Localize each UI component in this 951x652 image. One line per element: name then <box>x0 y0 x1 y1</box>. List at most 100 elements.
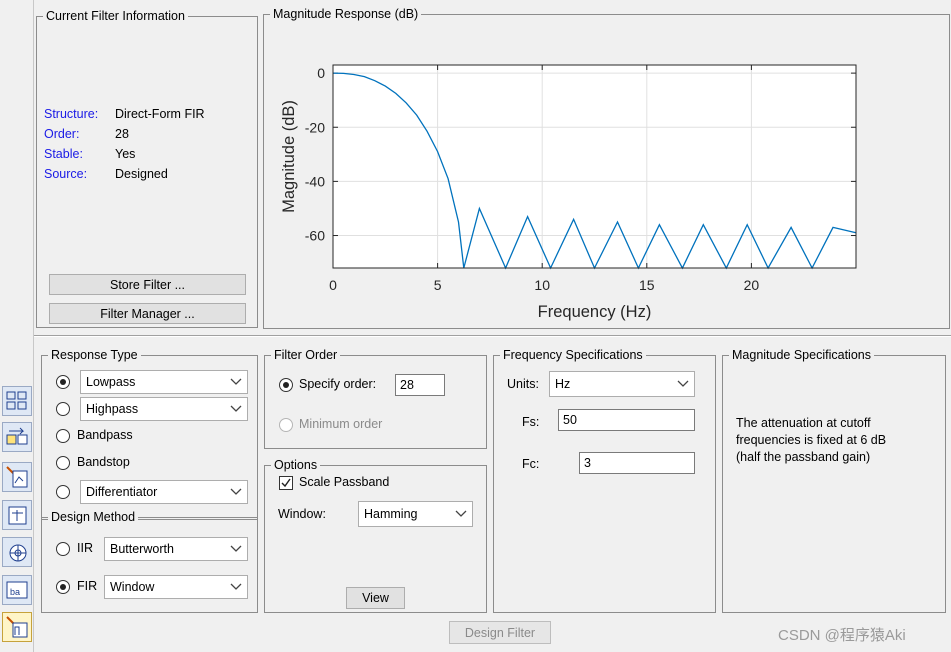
chevron-down-icon <box>672 372 694 396</box>
y-tick-label: -40 <box>305 173 325 189</box>
highpass-select[interactable]: Highpass <box>80 397 248 421</box>
magnitude-specifications-panel: Magnitude Specifications The attenuation… <box>722 348 946 613</box>
fc-input[interactable]: 3 <box>579 452 695 474</box>
scale-passband-label[interactable]: Scale Passband <box>299 475 389 489</box>
design-filter-button[interactable]: Design Filter <box>449 621 551 644</box>
import-filter-icon[interactable] <box>2 500 32 530</box>
chevron-down-icon <box>225 398 247 420</box>
specify-order-radio[interactable] <box>279 378 293 392</box>
attenuation-note-line3: (half the passband gain) <box>736 450 871 464</box>
x-tick-label: 10 <box>534 277 550 293</box>
units-select-text: Hz <box>555 377 571 391</box>
frequency-specifications-panel: Frequency Specifications Units: Hz Fs: 5… <box>493 348 716 613</box>
specify-order-label[interactable]: Specify order: <box>299 377 376 391</box>
panel-title: Current Filter Information <box>43 9 188 23</box>
fir-method-text: Window <box>110 580 155 594</box>
lowpass-select-text: Lowpass <box>86 375 136 389</box>
check-icon <box>281 478 291 488</box>
bandstop-label[interactable]: Bandstop <box>77 455 130 469</box>
options-title: Options <box>271 458 321 472</box>
quantization-icon[interactable] <box>2 612 32 642</box>
scale-passband-checkbox[interactable] <box>279 476 293 490</box>
x-tick-label: 15 <box>639 277 655 293</box>
iir-label[interactable]: IIR <box>77 541 93 555</box>
magnitude-response-panel: Magnitude Response (dB) 0 5 10 15 20 0 -20 -40-… <box>263 7 950 329</box>
differentiator-radio[interactable] <box>56 485 70 499</box>
horizontal-divider <box>34 335 951 337</box>
attenuation-note-line2: frequencies is fixed at 6 dB <box>736 433 887 447</box>
fir-radio[interactable] <box>56 580 70 594</box>
y-tick-label: 0 <box>317 65 325 81</box>
differentiator-select[interactable]: Differentiator <box>80 480 248 504</box>
fs-label: Fs: <box>522 415 540 429</box>
highpass-select-text: Highpass <box>86 402 139 416</box>
bandpass-radio[interactable] <box>56 429 70 443</box>
current-filter-info-panel: Current Filter Information Structure: Di… <box>36 9 258 328</box>
highpass-radio[interactable] <box>56 402 70 416</box>
watermark-text: CSDN @程序猿Aki <box>778 627 906 644</box>
pole-zero-editor-icon[interactable] <box>2 462 32 492</box>
x-tick-label: 5 <box>434 277 442 293</box>
lowpass-radio[interactable] <box>56 375 70 389</box>
plot-area <box>333 65 856 268</box>
bandstop-radio[interactable] <box>56 456 70 470</box>
transform-filter-icon[interactable] <box>2 422 32 452</box>
fs-input[interactable]: 50 <box>558 409 695 431</box>
options-panel: Options Scale Passband Window: Hamming V… <box>264 458 487 613</box>
order-label: Order: <box>44 127 80 141</box>
x-axis-label: Frequency (Hz) <box>538 303 652 321</box>
structure-value: Direct-Form FIR <box>115 107 205 121</box>
view-window-button[interactable]: View <box>346 587 405 609</box>
x-tick-label: 20 <box>744 277 760 293</box>
response-type-panel: Response Type Lowpass Highpass Bandpass … <box>41 348 258 520</box>
stable-value: Yes <box>115 147 136 161</box>
filter-manager-button[interactable]: Filter Manager ... <box>49 303 246 324</box>
design-filter-icon[interactable] <box>2 537 32 567</box>
iir-method-select[interactable]: Butterworth <box>104 537 248 561</box>
magnitude-spec-title: Magnitude Specifications <box>729 348 874 362</box>
fc-label: Fc: <box>522 457 540 471</box>
specify-order-input[interactable]: 28 <box>395 374 445 396</box>
chevron-down-icon <box>225 481 247 503</box>
window-select[interactable]: Hamming <box>358 501 473 527</box>
magnitude-response-chart: 0 5 10 15 20 0 -20 -40 -60 Frequency (Hz) Magnitud… <box>280 64 857 321</box>
y-tick-label: -20 <box>305 119 325 135</box>
units-select[interactable]: Hz <box>549 371 695 397</box>
source-value: Designed <box>115 167 168 181</box>
minimum-order-radio[interactable] <box>279 418 293 432</box>
design-method-panel: Design Method IIR Butterworth FIR Window <box>41 510 258 613</box>
minimum-order-label[interactable]: Minimum order <box>299 417 382 431</box>
multirate-icon[interactable]: ba <box>2 575 32 605</box>
structure-label: Structure: <box>44 107 99 121</box>
chevron-down-icon <box>450 502 472 526</box>
differentiator-select-text: Differentiator <box>86 485 158 499</box>
chevron-down-icon <box>225 538 247 560</box>
filter-order-title: Filter Order <box>271 348 341 362</box>
store-filter-button[interactable]: Store Filter ... <box>49 274 246 295</box>
svg-text:ba: ba <box>10 587 20 597</box>
window-select-text: Hamming <box>364 507 418 521</box>
attenuation-note-line1: The attenuation at cutoff <box>736 416 871 430</box>
fir-label[interactable]: FIR <box>77 579 97 593</box>
order-value: 28 <box>115 127 129 141</box>
iir-radio[interactable] <box>56 542 70 556</box>
lowpass-select[interactable]: Lowpass <box>80 370 248 394</box>
filter-order-panel: Filter Order Specify order: 28 Minimum o… <box>264 348 487 449</box>
window-label: Window: <box>278 507 326 521</box>
units-label: Units: <box>507 377 539 391</box>
fir-method-select[interactable]: Window <box>104 575 248 599</box>
response-type-title: Response Type <box>48 348 141 362</box>
chevron-down-icon <box>225 576 247 598</box>
source-label: Source: <box>44 167 88 181</box>
x-tick-label: 0 <box>329 277 337 293</box>
left-toolbar: ba <box>0 0 34 652</box>
stable-label: Stable: <box>44 147 83 161</box>
bandpass-label[interactable]: Bandpass <box>77 428 133 442</box>
y-axis-label: Magnitude (dB) <box>280 100 298 213</box>
y-tick-label: -60 <box>305 228 325 244</box>
realize-model-icon[interactable] <box>2 386 32 416</box>
frequency-spec-title: Frequency Specifications <box>500 348 646 362</box>
design-method-title: Design Method <box>48 510 139 524</box>
iir-method-text: Butterworth <box>110 542 174 556</box>
chevron-down-icon <box>225 371 247 393</box>
